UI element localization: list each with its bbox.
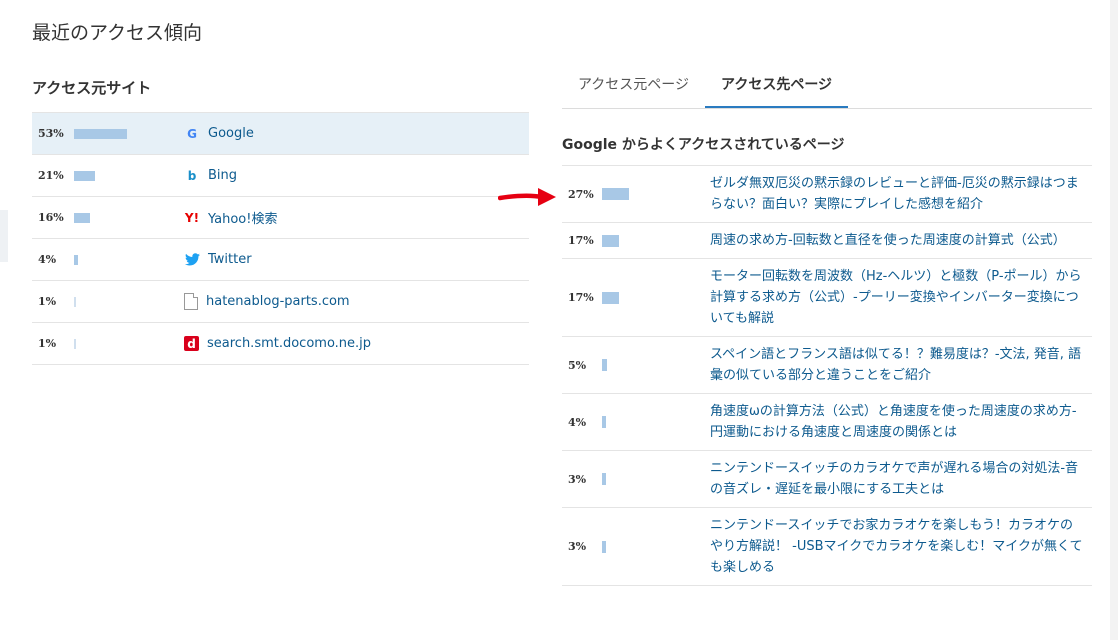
page-link[interactable]: ゼルダ無双厄災の黙示録のレビューと評価-厄災の黙示録はつまらない？面白い？実際に… bbox=[710, 173, 1092, 215]
referrer-row-yahoo[interactable]: 16% Y! Yahoo!検索 bbox=[32, 197, 529, 239]
page-percent: 5% bbox=[568, 358, 587, 372]
referrer-bar bbox=[74, 128, 127, 139]
page-bar bbox=[602, 416, 606, 428]
referrer-row-bing[interactable]: 21% b Bing bbox=[32, 155, 529, 197]
page-bar bbox=[602, 359, 607, 371]
page-bar bbox=[602, 540, 606, 553]
referrer-name: Twitter bbox=[208, 252, 252, 267]
file-icon bbox=[184, 293, 198, 310]
referrer-row-twitter[interactable]: 4% Twitter bbox=[32, 239, 529, 281]
page-row: 27% ゼルダ無双厄災の黙示録のレビューと評価-厄災の黙示録はつまらない？面白い… bbox=[562, 166, 1092, 223]
yahoo-icon: Y! bbox=[184, 210, 200, 225]
page-bar bbox=[602, 234, 619, 247]
page-percent: 27% bbox=[568, 187, 594, 201]
page-row: 5% スペイン語とフランス語は似てる！？難易度は？-文法, 発音, 語彙の似てい… bbox=[562, 337, 1092, 394]
page-row: 17% モーター回転数を周波数（Hz-ヘルツ）と極数（P-ポール）から計算する求… bbox=[562, 259, 1092, 337]
page-percent: 17% bbox=[568, 291, 594, 304]
section-title: 最近のアクセス傾向 bbox=[32, 22, 203, 44]
pages-heading: Google からよくアクセスされているページ bbox=[562, 137, 845, 153]
page-bar bbox=[602, 473, 606, 485]
page-row: 17% 周速の求め方-回転数と直径を使った周速度の計算式（公式） bbox=[562, 223, 1092, 259]
tab-destination-pages[interactable]: アクセス先ページ bbox=[705, 62, 849, 108]
page-link[interactable]: ニンテンドースイッチでお家カラオケを楽しもう！カラオケのやり方解説！ -USBマ… bbox=[710, 515, 1092, 578]
referrer-percent: 16% bbox=[38, 211, 64, 224]
referrer-name: Google bbox=[208, 126, 254, 141]
bing-icon: b bbox=[187, 168, 197, 183]
google-icon: G bbox=[187, 126, 197, 141]
page-percent: 17% bbox=[568, 234, 594, 247]
referrer-percent: 53% bbox=[38, 127, 64, 140]
page-link[interactable]: 周速の求め方-回転数と直径を使った周速度の計算式（公式） bbox=[710, 230, 1092, 251]
page-bar bbox=[602, 188, 629, 200]
page-bar bbox=[602, 291, 619, 304]
page-row: 3% ニンテンドースイッチのカラオケで声が遅れる場合の対処法-音の音ズレ・遅延を… bbox=[562, 451, 1092, 508]
referrer-percent: 21% bbox=[38, 169, 64, 182]
referrer-bar bbox=[74, 296, 76, 307]
referrer-name: Bing bbox=[208, 168, 238, 183]
page-link[interactable]: スペイン語とフランス語は似てる！？難易度は？-文法, 発音, 語彙の似ている部分… bbox=[710, 344, 1092, 386]
page-percent: 4% bbox=[568, 415, 587, 429]
referrer-percent: 1% bbox=[38, 337, 57, 350]
referrer-percent: 4% bbox=[38, 253, 57, 266]
referrer-sites-heading: アクセス元サイト bbox=[32, 79, 152, 97]
scrollbar[interactable] bbox=[1110, 0, 1118, 640]
referrer-row-google[interactable]: 53% G Google bbox=[32, 113, 529, 155]
page-link[interactable]: モーター回転数を周波数（Hz-ヘルツ）と極数（P-ポール）から計算する求め方（公… bbox=[710, 266, 1092, 329]
page-percent: 3% bbox=[568, 540, 587, 553]
page-row: 4% 角速度ωの計算方法（公式）と角速度を使った周速度の求め方-円運動における角… bbox=[562, 394, 1092, 451]
page-link[interactable]: 角速度ωの計算方法（公式）と角速度を使った周速度の求め方-円運動における角速度と… bbox=[710, 401, 1092, 443]
referrer-name: Yahoo!検索 bbox=[208, 212, 278, 227]
referrer-bar bbox=[74, 254, 78, 265]
referrer-bar bbox=[74, 338, 76, 349]
access-trends-panel: 最近のアクセス傾向 アクセス元サイト 53% G Google 21% b Bi… bbox=[0, 0, 1118, 640]
referrer-name: search.smt.docomo.ne.jp bbox=[207, 336, 372, 351]
tab-referrer-pages[interactable]: アクセス元ページ bbox=[562, 62, 705, 107]
page-link[interactable]: ニンテンドースイッチのカラオケで声が遅れる場合の対処法-音の音ズレ・遅延を最小限… bbox=[710, 458, 1092, 500]
page-row: 3% ニンテンドースイッチでお家カラオケを楽しもう！カラオケのやり方解説！ -U… bbox=[562, 508, 1092, 586]
referrer-row-docomo[interactable]: 1% d search.smt.docomo.ne.jp bbox=[32, 323, 529, 365]
red-arrow-icon bbox=[498, 188, 556, 206]
destination-pages: アクセス元ページ アクセス先ページ Google からよくアクセスされているペー… bbox=[562, 62, 1092, 586]
pages-table: 27% ゼルダ無双厄災の黙示録のレビューと評価-厄災の黙示録はつまらない？面白い… bbox=[562, 165, 1092, 586]
referrer-table: 53% G Google 21% b Bing 16% Y! Yahoo!検索 … bbox=[32, 112, 529, 365]
referrer-bar bbox=[74, 212, 90, 223]
twitter-icon bbox=[184, 252, 200, 268]
referrer-percent: 1% bbox=[38, 295, 57, 308]
left-edge-strip bbox=[0, 210, 8, 262]
referrer-row-hatenablog-parts[interactable]: 1% hatenablog-parts.com bbox=[32, 281, 529, 323]
tab-bar: アクセス元ページ アクセス先ページ bbox=[562, 62, 1092, 109]
page-percent: 3% bbox=[568, 472, 587, 486]
referrer-sites: アクセス元サイト 53% G Google 21% b Bing 16% Y! … bbox=[32, 76, 529, 365]
docomo-icon: d bbox=[184, 336, 199, 351]
referrer-bar bbox=[74, 170, 95, 181]
referrer-name: hatenablog-parts.com bbox=[206, 294, 350, 309]
